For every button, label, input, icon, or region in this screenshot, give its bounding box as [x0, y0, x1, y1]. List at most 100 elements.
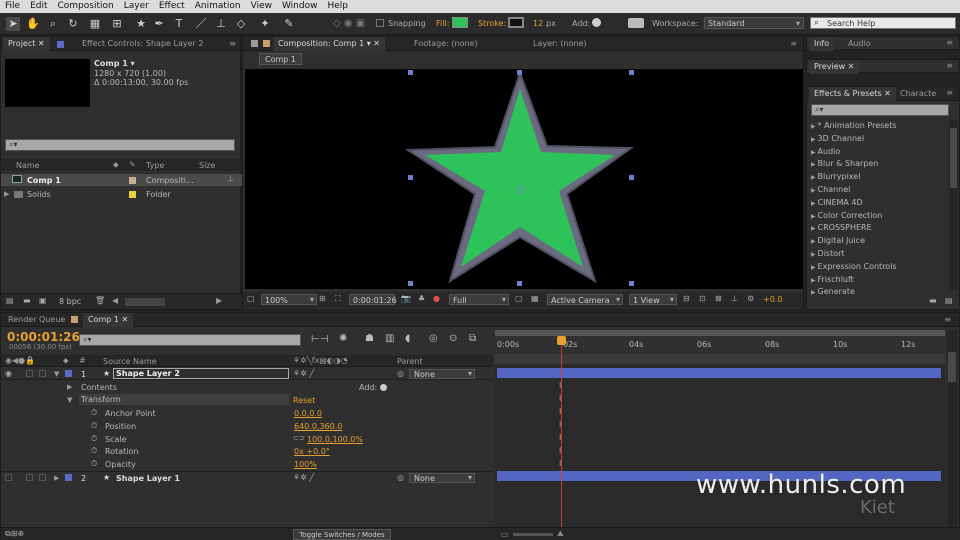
keyframe-marker[interactable]: I: [559, 447, 564, 455]
tab-effect-controls[interactable]: Effect Controls: Shape Layer 2: [77, 37, 208, 51]
flowchart-icon[interactable]: ⊥: [731, 294, 738, 303]
layer-name[interactable]: Shape Layer 1: [116, 474, 180, 483]
frame-blending-icon[interactable]: ▥: [385, 333, 394, 344]
horizontal-scrollbar[interactable]: [125, 298, 165, 306]
view-layout-select[interactable]: 1 View ▾: [629, 294, 677, 305]
type-tool-icon[interactable]: T: [172, 17, 186, 31]
new-comp-icon[interactable]: ▣: [39, 296, 47, 305]
pickwhip-icon[interactable]: ◎: [397, 473, 404, 482]
label-color-swatch[interactable]: [65, 370, 72, 377]
hand-tool-icon[interactable]: ✋: [26, 17, 40, 31]
expand-triangle-icon[interactable]: ▶: [54, 474, 59, 482]
keyframe-marker[interactable]: I: [559, 421, 564, 429]
effects-category-item[interactable]: ▶ Channel: [807, 184, 947, 197]
time-zoom-slider[interactable]: [513, 533, 553, 536]
tab-layer[interactable]: Layer: (none): [528, 37, 592, 51]
scroll-left-icon[interactable]: ◀: [112, 296, 118, 305]
timeline-icon[interactable]: ⊠: [715, 294, 722, 303]
exposure-value[interactable]: +0.0: [763, 295, 782, 304]
lock-checkbox[interactable]: [39, 474, 46, 481]
toggle-pixel-aspect-icon[interactable]: ⊟: [683, 294, 690, 303]
project-item-row[interactable]: Comp 1 Compositi... ⊥: [1, 174, 242, 186]
keyframe-marker[interactable]: I: [559, 434, 564, 442]
effects-category-item[interactable]: ▶ CROSSPHERE: [807, 222, 947, 235]
zoom-tool-icon[interactable]: ⌕: [46, 17, 60, 31]
pen-tool-icon[interactable]: ✒: [152, 17, 166, 31]
zoom-in-icon[interactable]: ⛰: [557, 529, 564, 539]
trash-icon[interactable]: 🗑: [95, 296, 105, 305]
constrain-proportions-icon[interactable]: ⊂⊃: [293, 434, 305, 442]
timeline-search-input[interactable]: ⌕▾: [79, 334, 301, 346]
snapshot-icon[interactable]: 📷: [401, 294, 411, 303]
layer-row[interactable]: ◉ ▼ 1 ★ Shape Layer 2 ⚘✲ ╱ ◎ None ▾: [1, 368, 493, 380]
panel-menu-icon[interactable]: ≡: [944, 315, 951, 324]
layer-switches-icons[interactable]: ⚘✲ ╱: [293, 473, 314, 482]
property-value[interactable]: 640.0,360.0: [294, 422, 342, 431]
layer-row[interactable]: ▶ 2 ★ Shape Layer 1 ⚘✲ ╱ ◎ None ▾: [1, 471, 493, 483]
stroke-width-value[interactable]: 12: [533, 19, 543, 28]
transform-row[interactable]: ▼ Transform Reset: [1, 394, 493, 406]
transparency-grid-icon[interactable]: ▦: [531, 294, 539, 303]
property-value[interactable]: 100.0,100.0%: [307, 435, 363, 444]
contents-row[interactable]: ▶ Contents Add:: [1, 381, 493, 393]
keyframe-marker[interactable]: I: [559, 460, 564, 468]
col-source-name[interactable]: Source Name: [103, 357, 157, 366]
expand-triangle-icon[interactable]: ▼: [67, 396, 72, 404]
expand-panes-icons[interactable]: ⧉⊞⊕: [5, 529, 24, 539]
pan-behind-tool-icon[interactable]: ⊞: [110, 17, 124, 31]
roto-brush-tool-icon[interactable]: ✦: [258, 17, 272, 31]
menu-help[interactable]: Help: [322, 0, 353, 13]
effects-category-item[interactable]: ▶ Audio: [807, 146, 947, 159]
comp-breadcrumb[interactable]: Comp 1: [259, 53, 302, 65]
property-value[interactable]: 100%: [294, 460, 317, 469]
keyframe-marker[interactable]: I: [559, 408, 564, 416]
comp-mini-flowchart-icon[interactable]: ⊢⊣: [311, 334, 328, 345]
stroke-color-swatch[interactable]: [508, 17, 524, 28]
effects-category-item[interactable]: ▶ Blurrypixel: [807, 171, 947, 184]
comp-canvas[interactable]: [245, 69, 803, 289]
effects-category-item[interactable]: ▶ Digital Juice: [807, 235, 947, 248]
shape-tool-icon[interactable]: ★: [134, 17, 148, 31]
motion-blur-icon[interactable]: ◖: [405, 333, 410, 344]
panel-menu-icon[interactable]: ≡: [790, 39, 797, 48]
scrollbar-thumb[interactable]: [948, 352, 956, 382]
tab-preview[interactable]: Preview ✕: [809, 60, 860, 74]
resolution-select[interactable]: Full ▾: [449, 294, 509, 305]
timeline-vertical-scrollbar[interactable]: [947, 330, 957, 528]
menu-layer[interactable]: Layer: [119, 0, 154, 13]
current-time-field[interactable]: 0:00:01:26: [349, 294, 397, 305]
auto-keyframe-icon[interactable]: ⊙: [449, 333, 457, 344]
lock-checkbox[interactable]: [39, 370, 46, 377]
zoom-select[interactable]: 100% ▾: [261, 294, 317, 305]
current-time-indicator[interactable]: [561, 336, 562, 528]
panel-menu-icon[interactable]: ≡: [229, 39, 236, 48]
bpc-label[interactable]: 8 bpc: [59, 297, 81, 306]
tab-footage[interactable]: Footage: (none): [409, 37, 483, 51]
menu-view[interactable]: View: [246, 0, 277, 13]
new-folder-icon[interactable]: ▬: [929, 296, 937, 305]
hide-shy-layers-icon[interactable]: ☗: [365, 333, 374, 344]
layer-duration-bar[interactable]: [497, 368, 941, 378]
video-checkbox[interactable]: [5, 474, 12, 481]
camera-select[interactable]: Active Camera ▾: [547, 294, 623, 305]
fill-color-swatch[interactable]: [452, 17, 468, 28]
add-content-icon[interactable]: [380, 384, 387, 391]
brush-tool-icon[interactable]: ／: [194, 17, 208, 31]
effects-category-item[interactable]: ▶ 3D Channel: [807, 133, 947, 146]
property-row[interactable]: ⏱ Position 640.0,360.0: [1, 420, 493, 433]
brainstorm-icon[interactable]: ◎: [429, 333, 438, 344]
draft-3d-icon[interactable]: ✺: [339, 333, 347, 344]
col-type[interactable]: Type: [146, 161, 164, 170]
keyframe-marker[interactable]: I: [559, 382, 564, 390]
menu-composition[interactable]: Composition: [53, 0, 119, 13]
comp-name[interactable]: Comp 1 ▾: [94, 59, 135, 68]
eraser-tool-icon[interactable]: ◇: [234, 17, 248, 31]
workspace-select[interactable]: Standard ▾: [704, 17, 804, 29]
selection-tool-icon[interactable]: ➤: [6, 17, 20, 31]
effects-category-item[interactable]: ▶ Expression Controls: [807, 261, 947, 274]
effects-category-item[interactable]: ▶ Generate: [807, 286, 947, 299]
panel-menu-icon[interactable]: ≡: [946, 38, 953, 47]
project-search-input[interactable]: ⌕▾: [5, 139, 235, 151]
pickwhip-icon[interactable]: ◎: [397, 369, 404, 378]
menu-window[interactable]: Window: [277, 0, 323, 13]
